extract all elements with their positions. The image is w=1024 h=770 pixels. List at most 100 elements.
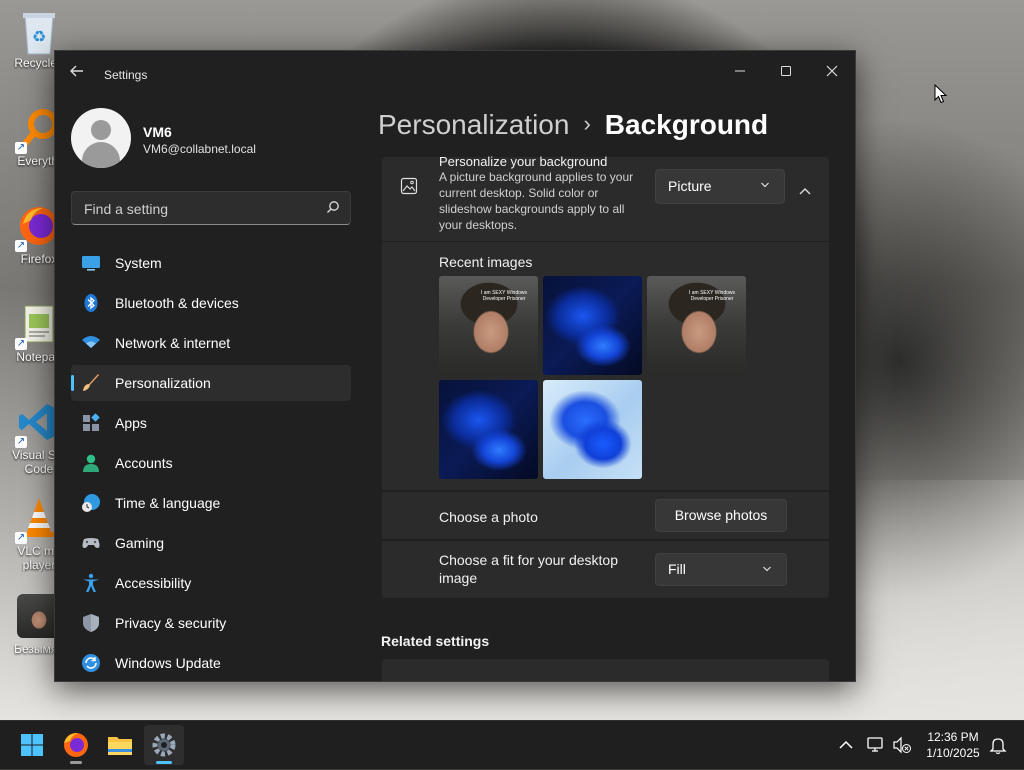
svg-text:♻: ♻ xyxy=(32,29,46,46)
file-explorer-icon xyxy=(108,737,132,755)
browse-photos-button[interactable]: Browse photos xyxy=(655,499,787,532)
nav-item-label: Bluetooth & devices xyxy=(115,295,239,311)
breadcrumb: Personalization › Background xyxy=(378,109,768,141)
taskbar-settings[interactable] xyxy=(144,725,184,765)
apps-icon xyxy=(83,413,100,431)
nav-item-label: Privacy & security xyxy=(115,615,227,631)
network-icon[interactable] xyxy=(866,735,886,755)
fit-dropdown[interactable]: Fill xyxy=(655,553,787,586)
thumbnail-caption: I am SEXY Windows Developer Prisoner xyxy=(688,290,736,302)
monitor-icon xyxy=(82,256,100,271)
shortcut-arrow-icon: ↗ xyxy=(15,532,27,544)
picture-icon xyxy=(400,177,418,195)
recent-images-title: Recent images xyxy=(439,254,533,270)
clock-date: 1/10/2025 xyxy=(926,746,980,760)
avatar[interactable] xyxy=(71,108,131,168)
nav-item-time-language[interactable]: Time & language xyxy=(71,485,351,521)
nav-item-label: Apps xyxy=(115,415,147,431)
user-name: VM6 xyxy=(143,124,172,140)
recent-image-thumbnail[interactable]: I am SEXY Windows Developer Prisoner xyxy=(439,276,538,375)
accessibility-icon xyxy=(83,573,99,592)
nav-item-bluetooth[interactable]: Bluetooth & devices xyxy=(71,285,351,321)
recent-image-thumbnail[interactable] xyxy=(543,276,642,375)
nav-item-label: Network & internet xyxy=(115,335,231,351)
choose-photo-row: Choose a photo Browse photos xyxy=(382,492,829,539)
taskbar: 12:36 PM 1/10/2025 xyxy=(0,720,1024,769)
background-card-description: A picture background applies to your cur… xyxy=(439,170,634,232)
settings-nav: System Bluetooth & devices Network & int… xyxy=(71,245,351,681)
background-type-dropdown[interactable]: Picture xyxy=(655,169,785,204)
page-title: Background xyxy=(604,109,769,140)
settings-window: Settings VM6 VM6@collabnet.local System xyxy=(54,50,856,682)
clock-time: 12:36 PM xyxy=(927,730,979,744)
nav-item-label: Personalization xyxy=(115,375,211,391)
shortcut-arrow-icon: ↗ xyxy=(15,436,27,448)
search-icon xyxy=(327,201,339,213)
avatar-head xyxy=(91,120,111,140)
related-settings-heading: Related settings xyxy=(381,633,490,649)
minimize-button[interactable] xyxy=(717,57,763,87)
nav-item-privacy[interactable]: Privacy & security xyxy=(71,605,351,641)
choose-photo-label: Choose a photo xyxy=(439,509,538,525)
maximize-button[interactable] xyxy=(763,57,809,87)
fit-value: Fill xyxy=(668,561,686,577)
speaker-muted-icon[interactable] xyxy=(892,735,912,755)
chevron-up-icon[interactable] xyxy=(836,735,856,755)
recent-image-thumbnail[interactable]: I am SEXY Windows Developer Prisoner xyxy=(647,276,746,375)
shield-icon xyxy=(83,614,99,632)
start-icon xyxy=(21,734,43,756)
avatar-body xyxy=(82,142,120,168)
recent-images-card: Recent images I am SEXY Windows Develope… xyxy=(382,242,829,490)
fit-row: Choose a fit for your desktop image Fill xyxy=(382,541,829,598)
background-type-value: Picture xyxy=(668,178,712,194)
shortcut-arrow-icon: ↗ xyxy=(15,338,27,350)
taskbar-clock[interactable]: 12:36 PM 1/10/2025 xyxy=(920,729,986,761)
nav-item-label: Time & language xyxy=(115,495,221,511)
nav-item-gaming[interactable]: Gaming xyxy=(71,525,351,561)
search-input[interactable] xyxy=(82,198,316,220)
background-card-title: Personalize your background xyxy=(439,154,608,169)
related-settings-card[interactable] xyxy=(382,659,829,681)
nav-item-windows-update[interactable]: Windows Update xyxy=(71,645,351,681)
nav-item-accounts[interactable]: Accounts xyxy=(71,445,351,481)
chevron-down-icon xyxy=(763,566,771,572)
wifi-icon xyxy=(82,336,100,348)
nav-item-label: Gaming xyxy=(115,535,165,551)
gamepad-icon xyxy=(82,538,100,548)
recycle-bin-icon: ♻ xyxy=(17,8,61,55)
arrow-left-icon xyxy=(70,65,83,77)
settings-icon xyxy=(152,733,176,757)
nav-item-network[interactable]: Network & internet xyxy=(71,325,351,361)
start-button[interactable] xyxy=(12,725,52,765)
thumbnail-caption: I am SEXY Windows Developer Prisoner xyxy=(480,290,528,302)
close-button[interactable] xyxy=(809,57,855,87)
close-icon xyxy=(826,65,838,77)
taskbar-firefox[interactable] xyxy=(56,725,96,765)
recent-image-thumbnail[interactable] xyxy=(439,380,538,479)
collapse-button[interactable] xyxy=(794,181,816,203)
breadcrumb-parent[interactable]: Personalization xyxy=(378,109,569,140)
title-bar[interactable]: Settings xyxy=(55,51,855,99)
nav-item-label: Windows Update xyxy=(115,655,221,671)
active-indicator xyxy=(156,761,172,764)
notification-bell-icon[interactable] xyxy=(988,735,1008,755)
shortcut-arrow-icon: ↗ xyxy=(15,240,27,252)
search-box[interactable] xyxy=(71,191,351,225)
nav-item-accessibility[interactable]: Accessibility xyxy=(71,565,351,601)
update-icon xyxy=(82,654,100,672)
personalize-background-card: Personalize your background A picture ba… xyxy=(382,154,829,241)
nav-item-apps[interactable]: Apps xyxy=(71,405,351,441)
back-button[interactable] xyxy=(69,63,89,85)
running-indicator xyxy=(70,761,82,764)
mouse-cursor-icon xyxy=(934,84,948,104)
globe-clock-icon xyxy=(82,494,100,512)
recent-image-thumbnail[interactable] xyxy=(543,380,642,479)
brush-icon xyxy=(83,374,99,391)
nav-item-personalization[interactable]: Personalization xyxy=(71,365,351,401)
taskbar-file-explorer[interactable] xyxy=(100,725,140,765)
firefox-icon xyxy=(64,733,88,757)
maximize-icon xyxy=(781,66,791,76)
nav-item-label: Accessibility xyxy=(115,575,192,591)
nav-item-system[interactable]: System xyxy=(71,245,351,281)
breadcrumb-separator-icon: › xyxy=(583,111,591,136)
